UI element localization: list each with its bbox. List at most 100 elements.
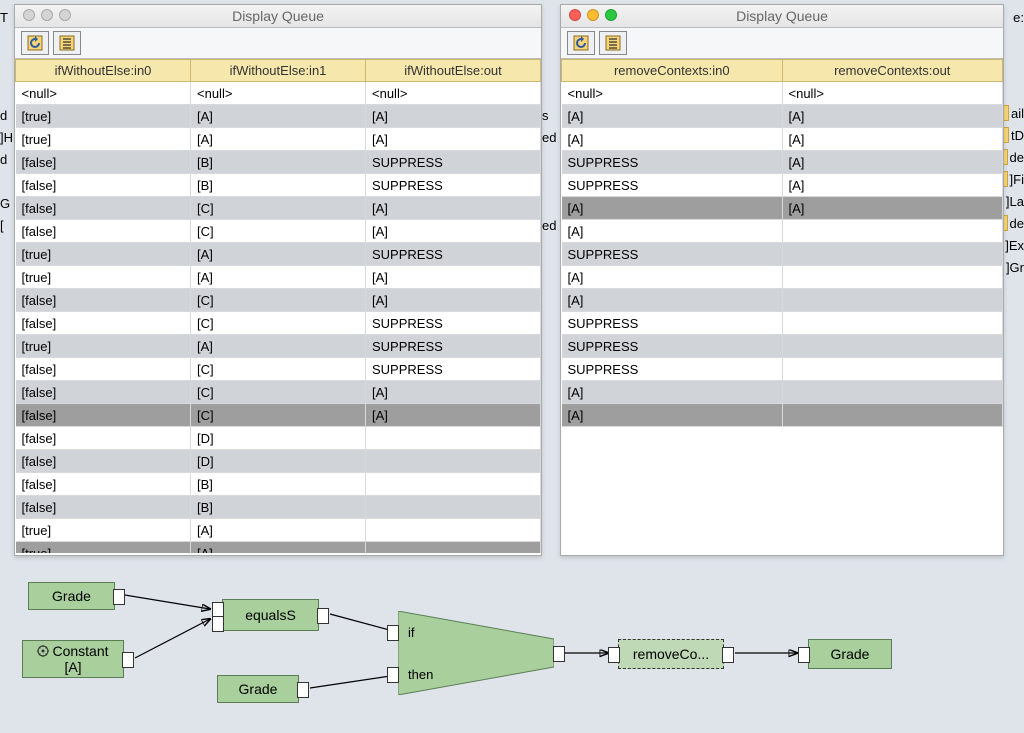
removecontexts-function[interactable]: removeCo... bbox=[618, 639, 724, 669]
zoom-button[interactable] bbox=[605, 9, 617, 21]
table-row[interactable]: [true][A][A] bbox=[16, 105, 541, 128]
constant-value: [A] bbox=[56, 659, 89, 675]
column-header[interactable]: ifWithoutElse:in0 bbox=[16, 60, 191, 82]
table-cell: [true] bbox=[16, 542, 191, 554]
titlebar-left[interactable]: Display Queue bbox=[15, 5, 541, 28]
table-row[interactable]: [A] bbox=[562, 220, 1003, 243]
table-row[interactable]: SUPPRESS bbox=[562, 243, 1003, 266]
queue-table-left[interactable]: ifWithoutElse:in0ifWithoutElse:in1ifWith… bbox=[15, 59, 541, 553]
bg-tree-fragment: ]Gr bbox=[1006, 260, 1024, 275]
table-row[interactable]: [true][A]SUPPRESS bbox=[16, 335, 541, 358]
table-row[interactable]: [A][A] bbox=[562, 128, 1003, 151]
list-button[interactable] bbox=[599, 31, 627, 55]
table-row[interactable]: [false][D] bbox=[16, 450, 541, 473]
table-row[interactable]: [A] bbox=[562, 266, 1003, 289]
table-row[interactable]: [false][B]SUPPRESS bbox=[16, 151, 541, 174]
table-row[interactable]: SUPPRESS bbox=[562, 335, 1003, 358]
refresh-button[interactable] bbox=[21, 31, 49, 55]
node-label: Grade bbox=[823, 646, 878, 662]
table-row[interactable]: [false][C][A] bbox=[16, 404, 541, 427]
table-cell: [true] bbox=[16, 266, 191, 289]
table-cell bbox=[366, 427, 541, 450]
table-row[interactable]: SUPPRESS bbox=[562, 312, 1003, 335]
if-then-function[interactable]: if then bbox=[398, 611, 554, 695]
table-cell: [true] bbox=[16, 335, 191, 358]
table-row[interactable]: [false][B]SUPPRESS bbox=[16, 174, 541, 197]
table-cell: [A] bbox=[782, 197, 1003, 220]
table-row[interactable]: [false][C][A] bbox=[16, 289, 541, 312]
table-row[interactable]: [true][A][A] bbox=[16, 128, 541, 151]
table-row[interactable]: [false][B] bbox=[16, 496, 541, 519]
table-row[interactable]: [A] bbox=[562, 289, 1003, 312]
table-row[interactable]: [true][A] bbox=[16, 542, 541, 554]
table-cell bbox=[782, 312, 1003, 335]
table-row[interactable]: [true][A]SUPPRESS bbox=[16, 243, 541, 266]
titlebar-right[interactable]: Display Queue bbox=[561, 5, 1003, 28]
table-cell: [A] bbox=[366, 289, 541, 312]
column-header[interactable]: removeContexts:out bbox=[782, 60, 1003, 82]
table-row[interactable]: [true][A] bbox=[16, 519, 541, 542]
column-header[interactable]: ifWithoutElse:in1 bbox=[191, 60, 366, 82]
table-row[interactable]: SUPPRESS[A] bbox=[562, 151, 1003, 174]
table-row[interactable]: [true][A][A] bbox=[16, 266, 541, 289]
table-row[interactable]: SUPPRESS bbox=[562, 358, 1003, 381]
target-field-grade[interactable]: Grade bbox=[808, 639, 892, 669]
table-cell: [true] bbox=[16, 105, 191, 128]
table-row[interactable]: [false][D] bbox=[16, 427, 541, 450]
equalss-function[interactable]: equalsS bbox=[222, 599, 319, 631]
input-port[interactable] bbox=[212, 616, 224, 632]
table-row[interactable]: <null><null><null> bbox=[16, 82, 541, 105]
table-row[interactable]: <null><null> bbox=[562, 82, 1003, 105]
zoom-button[interactable] bbox=[59, 9, 71, 21]
table-row[interactable]: [false][C]SUPPRESS bbox=[16, 358, 541, 381]
output-port[interactable] bbox=[122, 652, 134, 668]
table-cell: [false] bbox=[16, 312, 191, 335]
table-row[interactable]: SUPPRESS[A] bbox=[562, 174, 1003, 197]
source-field-grade[interactable]: Grade bbox=[28, 582, 115, 610]
table-cell: [A] bbox=[366, 266, 541, 289]
table-cell: [C] bbox=[191, 220, 366, 243]
close-button[interactable] bbox=[23, 9, 35, 21]
refresh-button[interactable] bbox=[567, 31, 595, 55]
then-input-port[interactable] bbox=[387, 667, 399, 683]
table-row[interactable]: [false][B] bbox=[16, 473, 541, 496]
table-row[interactable]: [A][A] bbox=[562, 197, 1003, 220]
column-header[interactable]: removeContexts:in0 bbox=[562, 60, 783, 82]
table-row[interactable]: [false][C][A] bbox=[16, 220, 541, 243]
input-port[interactable] bbox=[798, 647, 810, 663]
queue-table-right[interactable]: removeContexts:in0removeContexts:out <nu… bbox=[561, 59, 1003, 427]
list-button[interactable] bbox=[53, 31, 81, 55]
constant-node[interactable]: Constant [A] bbox=[22, 640, 124, 678]
close-button[interactable] bbox=[569, 9, 581, 21]
table-cell: [A] bbox=[191, 266, 366, 289]
minimize-button[interactable] bbox=[41, 9, 53, 21]
if-input-port[interactable] bbox=[387, 625, 399, 641]
table-row[interactable]: [false][C]SUPPRESS bbox=[16, 312, 541, 335]
table-cell: [A] bbox=[562, 404, 783, 427]
output-port[interactable] bbox=[297, 682, 309, 698]
table-cell: [A] bbox=[366, 381, 541, 404]
output-port[interactable] bbox=[553, 646, 565, 662]
output-port[interactable] bbox=[317, 608, 329, 624]
table-cell bbox=[782, 243, 1003, 266]
table-cell: [B] bbox=[191, 151, 366, 174]
output-port[interactable] bbox=[722, 647, 734, 663]
table-row[interactable]: [false][C][A] bbox=[16, 197, 541, 220]
input-port[interactable] bbox=[608, 647, 620, 663]
table-cell: [C] bbox=[191, 381, 366, 404]
mapping-canvas[interactable]: Grade Constant [A] equalsS Grade if then bbox=[0, 565, 1024, 733]
minimize-button[interactable] bbox=[587, 9, 599, 21]
table-row[interactable]: [A] bbox=[562, 381, 1003, 404]
table-cell: [A] bbox=[782, 174, 1003, 197]
table-row[interactable]: [false][C][A] bbox=[16, 381, 541, 404]
table-cell: SUPPRESS bbox=[562, 174, 783, 197]
node-label: Grade bbox=[44, 588, 99, 604]
output-port[interactable] bbox=[113, 589, 125, 605]
bg-tree-fragment: ]La bbox=[1006, 194, 1024, 209]
table-cell: [false] bbox=[16, 151, 191, 174]
table-cell: [B] bbox=[191, 473, 366, 496]
table-row[interactable]: [A][A] bbox=[562, 105, 1003, 128]
source-field-grade-2[interactable]: Grade bbox=[217, 675, 299, 703]
table-row[interactable]: [A] bbox=[562, 404, 1003, 427]
column-header[interactable]: ifWithoutElse:out bbox=[366, 60, 541, 82]
